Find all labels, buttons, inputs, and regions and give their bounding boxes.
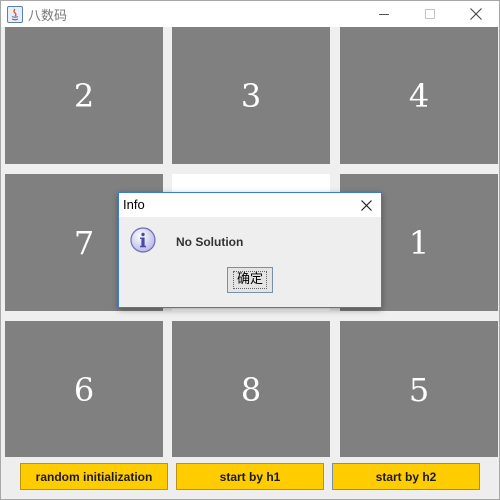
dialog-body: No Solution 确定 xyxy=(119,217,381,307)
tile-9[interactable]: 5 xyxy=(340,321,498,458)
close-icon xyxy=(470,8,482,20)
minimize-icon xyxy=(379,14,389,15)
ok-button-label: 确定 xyxy=(232,271,267,289)
tile-1[interactable]: 2 xyxy=(5,27,163,164)
maximize-button[interactable] xyxy=(407,1,453,27)
start-h1-button[interactable]: start by h1 xyxy=(176,463,324,490)
java-app-icon xyxy=(7,6,23,23)
tile-3[interactable]: 4 xyxy=(340,27,498,164)
tile-8[interactable]: 8 xyxy=(172,321,330,458)
dialog-title-bar[interactable]: Info xyxy=(119,193,381,217)
dialog-close-button[interactable] xyxy=(355,195,377,215)
ok-button[interactable]: 确定 xyxy=(227,267,273,293)
window-title: 八数码 xyxy=(28,9,68,24)
tile-2[interactable]: 3 xyxy=(172,27,330,164)
dialog-title: Info xyxy=(123,197,145,212)
random-initialization-button[interactable]: random initialization xyxy=(20,463,168,490)
close-button[interactable] xyxy=(453,1,499,27)
start-h2-button[interactable]: start by h2 xyxy=(332,463,480,490)
dialog-message: No Solution xyxy=(176,235,244,249)
info-icon xyxy=(130,227,156,253)
minimize-button[interactable] xyxy=(361,1,407,27)
tile-7[interactable]: 6 xyxy=(5,321,163,458)
control-panel: random initialization start by h1 start … xyxy=(1,457,499,499)
title-bar[interactable]: 八数码 xyxy=(1,1,499,27)
info-dialog: Info No Solution 确定 xyxy=(118,192,382,308)
maximize-icon xyxy=(425,9,435,19)
close-icon xyxy=(360,199,372,211)
